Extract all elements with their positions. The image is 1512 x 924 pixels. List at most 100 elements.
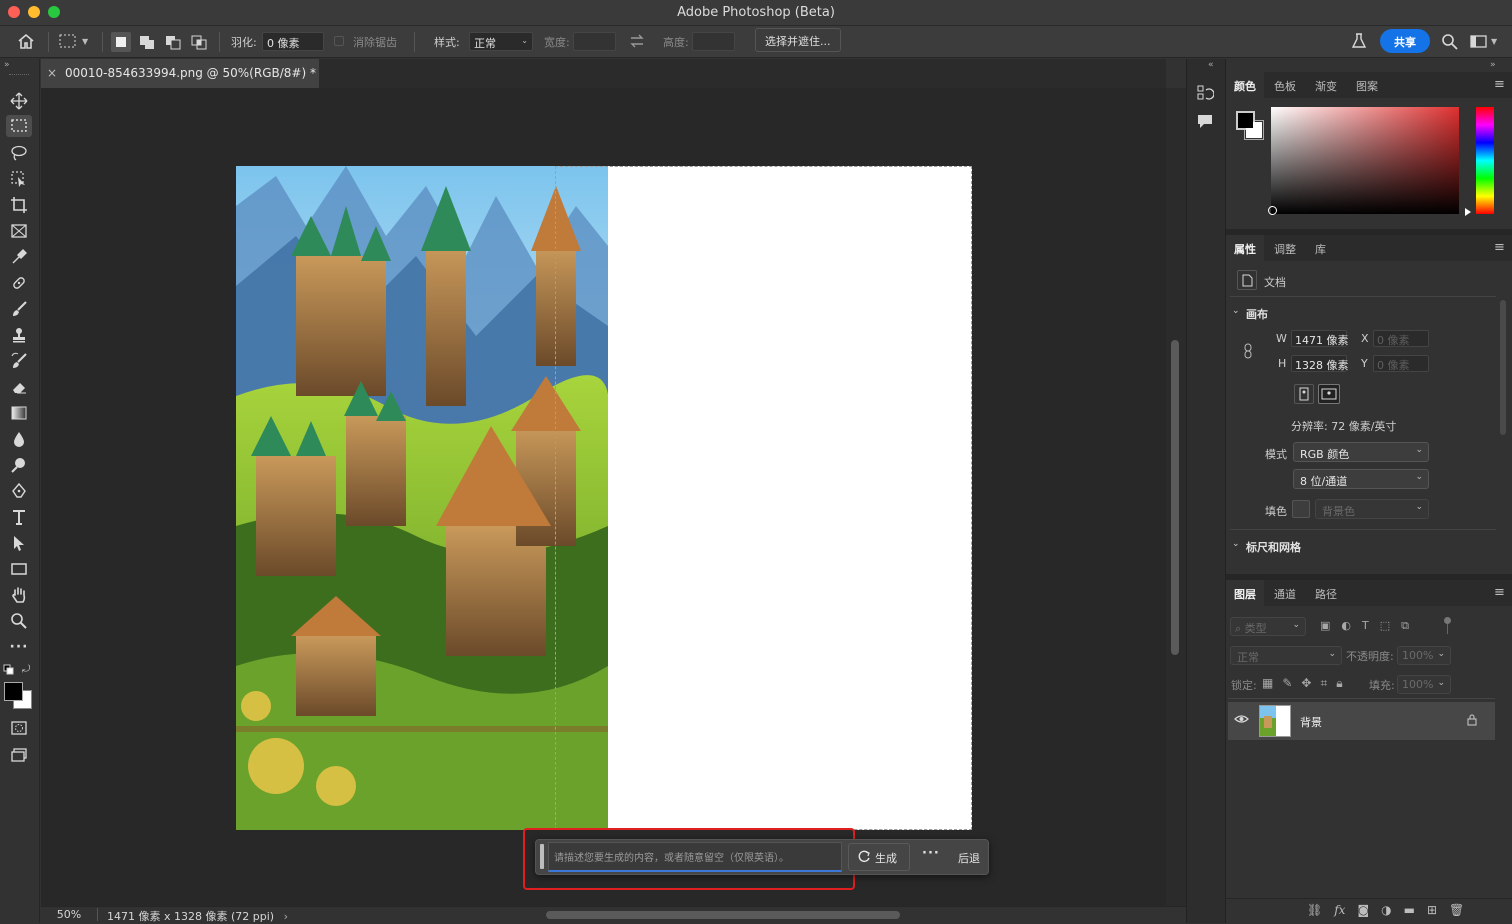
select-and-mask-button[interactable]: 选择并遮住... — [755, 28, 841, 52]
eye-icon[interactable] — [1234, 714, 1249, 724]
collapse-dock-icon[interactable]: « — [1208, 60, 1214, 70]
swap-dimensions-icon[interactable] — [628, 33, 646, 49]
filter-toggle[interactable] — [1444, 617, 1451, 624]
tab-layers[interactable]: 图层 — [1226, 580, 1264, 606]
panel-menu-icon[interactable]: ≡ — [1494, 240, 1505, 255]
landscape-orientation-button[interactable] — [1318, 384, 1340, 404]
object-selection-tool[interactable] — [6, 168, 32, 190]
tab-channels[interactable]: 通道 — [1266, 580, 1304, 606]
brush-tool[interactable] — [6, 298, 32, 320]
toolbar-grip[interactable] — [9, 74, 29, 76]
tab-swatches[interactable]: 色板 — [1266, 72, 1304, 98]
crop-tool[interactable] — [6, 194, 32, 216]
tab-properties[interactable]: 属性 — [1226, 235, 1264, 261]
document-info[interactable]: 1471 像素 x 1328 像素 (72 ppi) › — [107, 908, 288, 924]
clone-stamp-tool[interactable] — [6, 324, 32, 346]
lock-pixels-icon[interactable]: ✎ — [1282, 676, 1292, 691]
panel-menu-icon[interactable]: ≡ — [1494, 77, 1505, 92]
style-select[interactable]: 正常 ⌄ — [469, 32, 533, 51]
tool-preset-picker[interactable]: ▼ — [58, 33, 88, 49]
share-button[interactable]: 共享 — [1380, 29, 1430, 53]
taskbar-drag-handle[interactable] — [540, 844, 544, 869]
color-mode-select[interactable]: RGB 颜色 ⌄ — [1293, 442, 1429, 462]
close-tab-icon[interactable]: × — [47, 66, 57, 80]
layer-name[interactable]: 背景 — [1300, 714, 1322, 730]
search-icon[interactable] — [1441, 33, 1459, 51]
canvas-y-input[interactable]: 0 像素 — [1373, 355, 1429, 372]
intersect-selection-button[interactable] — [189, 32, 209, 52]
blend-mode-select[interactable]: 正常 ⌄ — [1230, 646, 1342, 665]
foreground-color-swatch[interactable] — [4, 682, 23, 701]
history-panel-icon[interactable] — [1196, 84, 1214, 102]
history-brush-tool[interactable] — [6, 350, 32, 372]
swap-colors-icon[interactable]: ⤾ — [22, 664, 30, 675]
lock-icon[interactable] — [1467, 714, 1477, 726]
zoom-level-field[interactable]: 50% — [41, 907, 97, 923]
zoom-tool[interactable] — [6, 610, 32, 632]
lock-artboard-icon[interactable]: ⌗ — [1320, 676, 1327, 691]
fill-color-swatch[interactable] — [1292, 500, 1310, 518]
frame-tool[interactable] — [6, 220, 32, 242]
subtract-from-selection-button[interactable] — [163, 32, 183, 52]
collapse-toolbar-icon[interactable]: » — [4, 60, 10, 70]
shape-filter-icon[interactable]: ⬚ — [1380, 619, 1390, 633]
gradient-tool[interactable] — [6, 402, 32, 424]
fx-icon[interactable]: fx — [1334, 903, 1345, 917]
document-tab[interactable]: 00010-854633994.png @ 50%(RGB/8#) * — [41, 59, 319, 88]
trash-icon[interactable]: 🗑︎ — [1449, 903, 1464, 917]
home-icon[interactable] — [17, 33, 35, 50]
opacity-input[interactable]: 100% ⌄ — [1397, 646, 1451, 665]
lasso-tool[interactable] — [6, 142, 32, 164]
vertical-scrollbar[interactable] — [1171, 340, 1179, 655]
tab-patterns[interactable]: 图案 — [1348, 72, 1386, 98]
width-input[interactable] — [573, 32, 616, 51]
blur-tool[interactable] — [6, 428, 32, 450]
new-layer-icon[interactable]: ⊞ — [1427, 903, 1437, 917]
rectangle-tool[interactable] — [6, 558, 32, 580]
default-colors-icon[interactable] — [3, 664, 15, 676]
color-saturation-field[interactable] — [1271, 107, 1459, 214]
hue-slider[interactable] — [1476, 107, 1494, 214]
lock-all-icon[interactable]: 🔒︎ — [1336, 676, 1342, 691]
generative-prompt-input[interactable]: 请描述您要生成的内容，或者随意留空（仅限英语）。 — [548, 842, 842, 872]
color-picker-cursor[interactable] — [1268, 206, 1277, 215]
link-dimensions-icon[interactable] — [1242, 343, 1254, 359]
tab-gradients[interactable]: 渐变 — [1307, 72, 1345, 98]
canvas-height-input[interactable]: 1328 像素 — [1291, 355, 1349, 372]
eyedropper-tool[interactable] — [6, 246, 32, 268]
lock-position-icon[interactable]: ✥ — [1301, 676, 1311, 691]
back-button[interactable]: 后退 — [958, 850, 980, 866]
pixel-filter-icon[interactable]: ▣ — [1320, 619, 1330, 633]
adjustment-filter-icon[interactable]: ◐ — [1341, 619, 1351, 633]
generate-button[interactable]: 生成 — [848, 843, 910, 871]
tab-adjustments[interactable]: 调整 — [1266, 235, 1304, 261]
properties-scrollbar[interactable] — [1500, 300, 1506, 435]
canvas-section-title[interactable]: 画布 — [1246, 306, 1268, 322]
feather-input[interactable]: 0 像素 — [262, 32, 324, 51]
fill-select[interactable]: 背景色 ⌄ — [1315, 499, 1429, 519]
move-tool[interactable] — [6, 90, 32, 112]
quick-mask-button[interactable] — [6, 717, 32, 739]
screen-mode-button[interactable] — [6, 744, 32, 766]
hue-slider-handle[interactable] — [1465, 208, 1471, 216]
portrait-orientation-button[interactable] — [1294, 384, 1314, 404]
rulers-grids-section-title[interactable]: 标尺和网格 — [1246, 539, 1301, 555]
layer-filter-select[interactable]: ⌕ 类型 ⌄ — [1230, 617, 1306, 636]
type-filter-icon[interactable]: T — [1362, 619, 1369, 633]
height-input[interactable] — [692, 32, 735, 51]
canvas-x-input[interactable]: 0 像素 — [1373, 330, 1429, 347]
tab-color[interactable]: 颜色 — [1226, 72, 1264, 98]
link-layers-icon[interactable]: ⛓︎ — [1307, 903, 1322, 917]
tab-paths[interactable]: 路径 — [1307, 580, 1345, 606]
smart-object-filter-icon[interactable]: ⧉ — [1401, 619, 1409, 633]
hand-tool[interactable] — [6, 584, 32, 606]
add-to-selection-button[interactable] — [137, 32, 157, 52]
lock-transparency-icon[interactable]: ▦ — [1262, 676, 1273, 691]
spot-healing-brush-tool[interactable] — [6, 272, 32, 294]
workspace-switcher[interactable]: ▼ — [1470, 34, 1497, 49]
new-group-icon[interactable]: ▬ — [1404, 903, 1415, 917]
edit-toolbar-button[interactable]: ··· — [6, 636, 32, 658]
new-selection-button[interactable] — [111, 32, 131, 52]
path-selection-tool[interactable] — [6, 532, 32, 554]
chevron-down-icon[interactable]: ⌄ — [1232, 306, 1240, 316]
